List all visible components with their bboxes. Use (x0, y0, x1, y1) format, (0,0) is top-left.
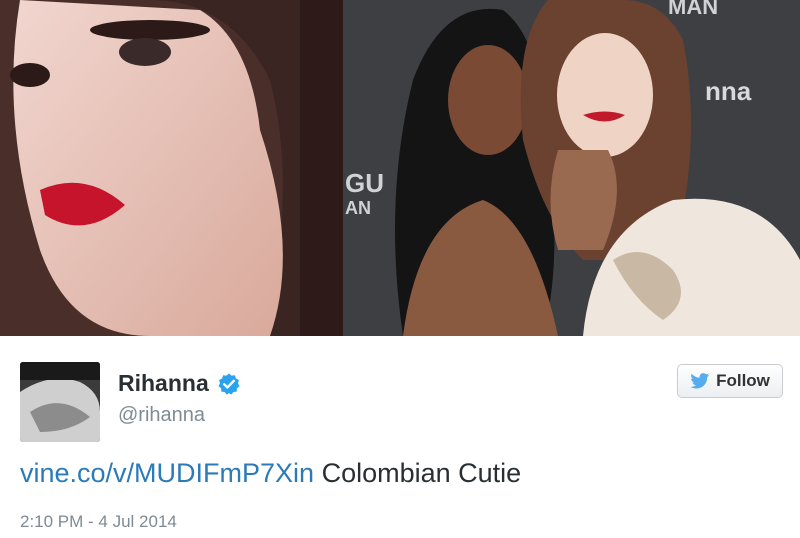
verified-badge-icon (218, 373, 240, 395)
user-handle[interactable]: @rihanna (118, 404, 205, 427)
follow-label: Follow (716, 371, 770, 390)
twitter-bird-icon (690, 373, 710, 389)
backdrop-text: MAN (668, 0, 718, 19)
backdrop-text: AN (345, 198, 371, 218)
display-name[interactable]: Rihanna (118, 370, 209, 397)
backdrop-text: nna (705, 76, 752, 106)
avatar[interactable] (20, 362, 100, 442)
photo-collage: MAN nna GU AN (0, 0, 800, 336)
tweet-text: vine.co/v/MUDIFmP7Xin Colombian Cutie (20, 458, 521, 489)
tweet-timestamp[interactable]: 2:10 PM - 4 Jul 2014 (20, 512, 177, 532)
portrait-photo (0, 0, 343, 336)
tweet-link[interactable]: vine.co/v/MUDIFmP7Xin (20, 458, 314, 488)
follow-button[interactable]: Follow (677, 364, 783, 398)
backdrop-text: GU (345, 168, 384, 198)
tweet-card: Rihanna @rihanna Follow vine.co/v/MUDIFm… (0, 336, 800, 538)
tweet-body: Colombian Cutie (321, 458, 522, 488)
event-photo: MAN nna GU AN (343, 0, 800, 336)
author-name-row: Rihanna (118, 370, 241, 397)
